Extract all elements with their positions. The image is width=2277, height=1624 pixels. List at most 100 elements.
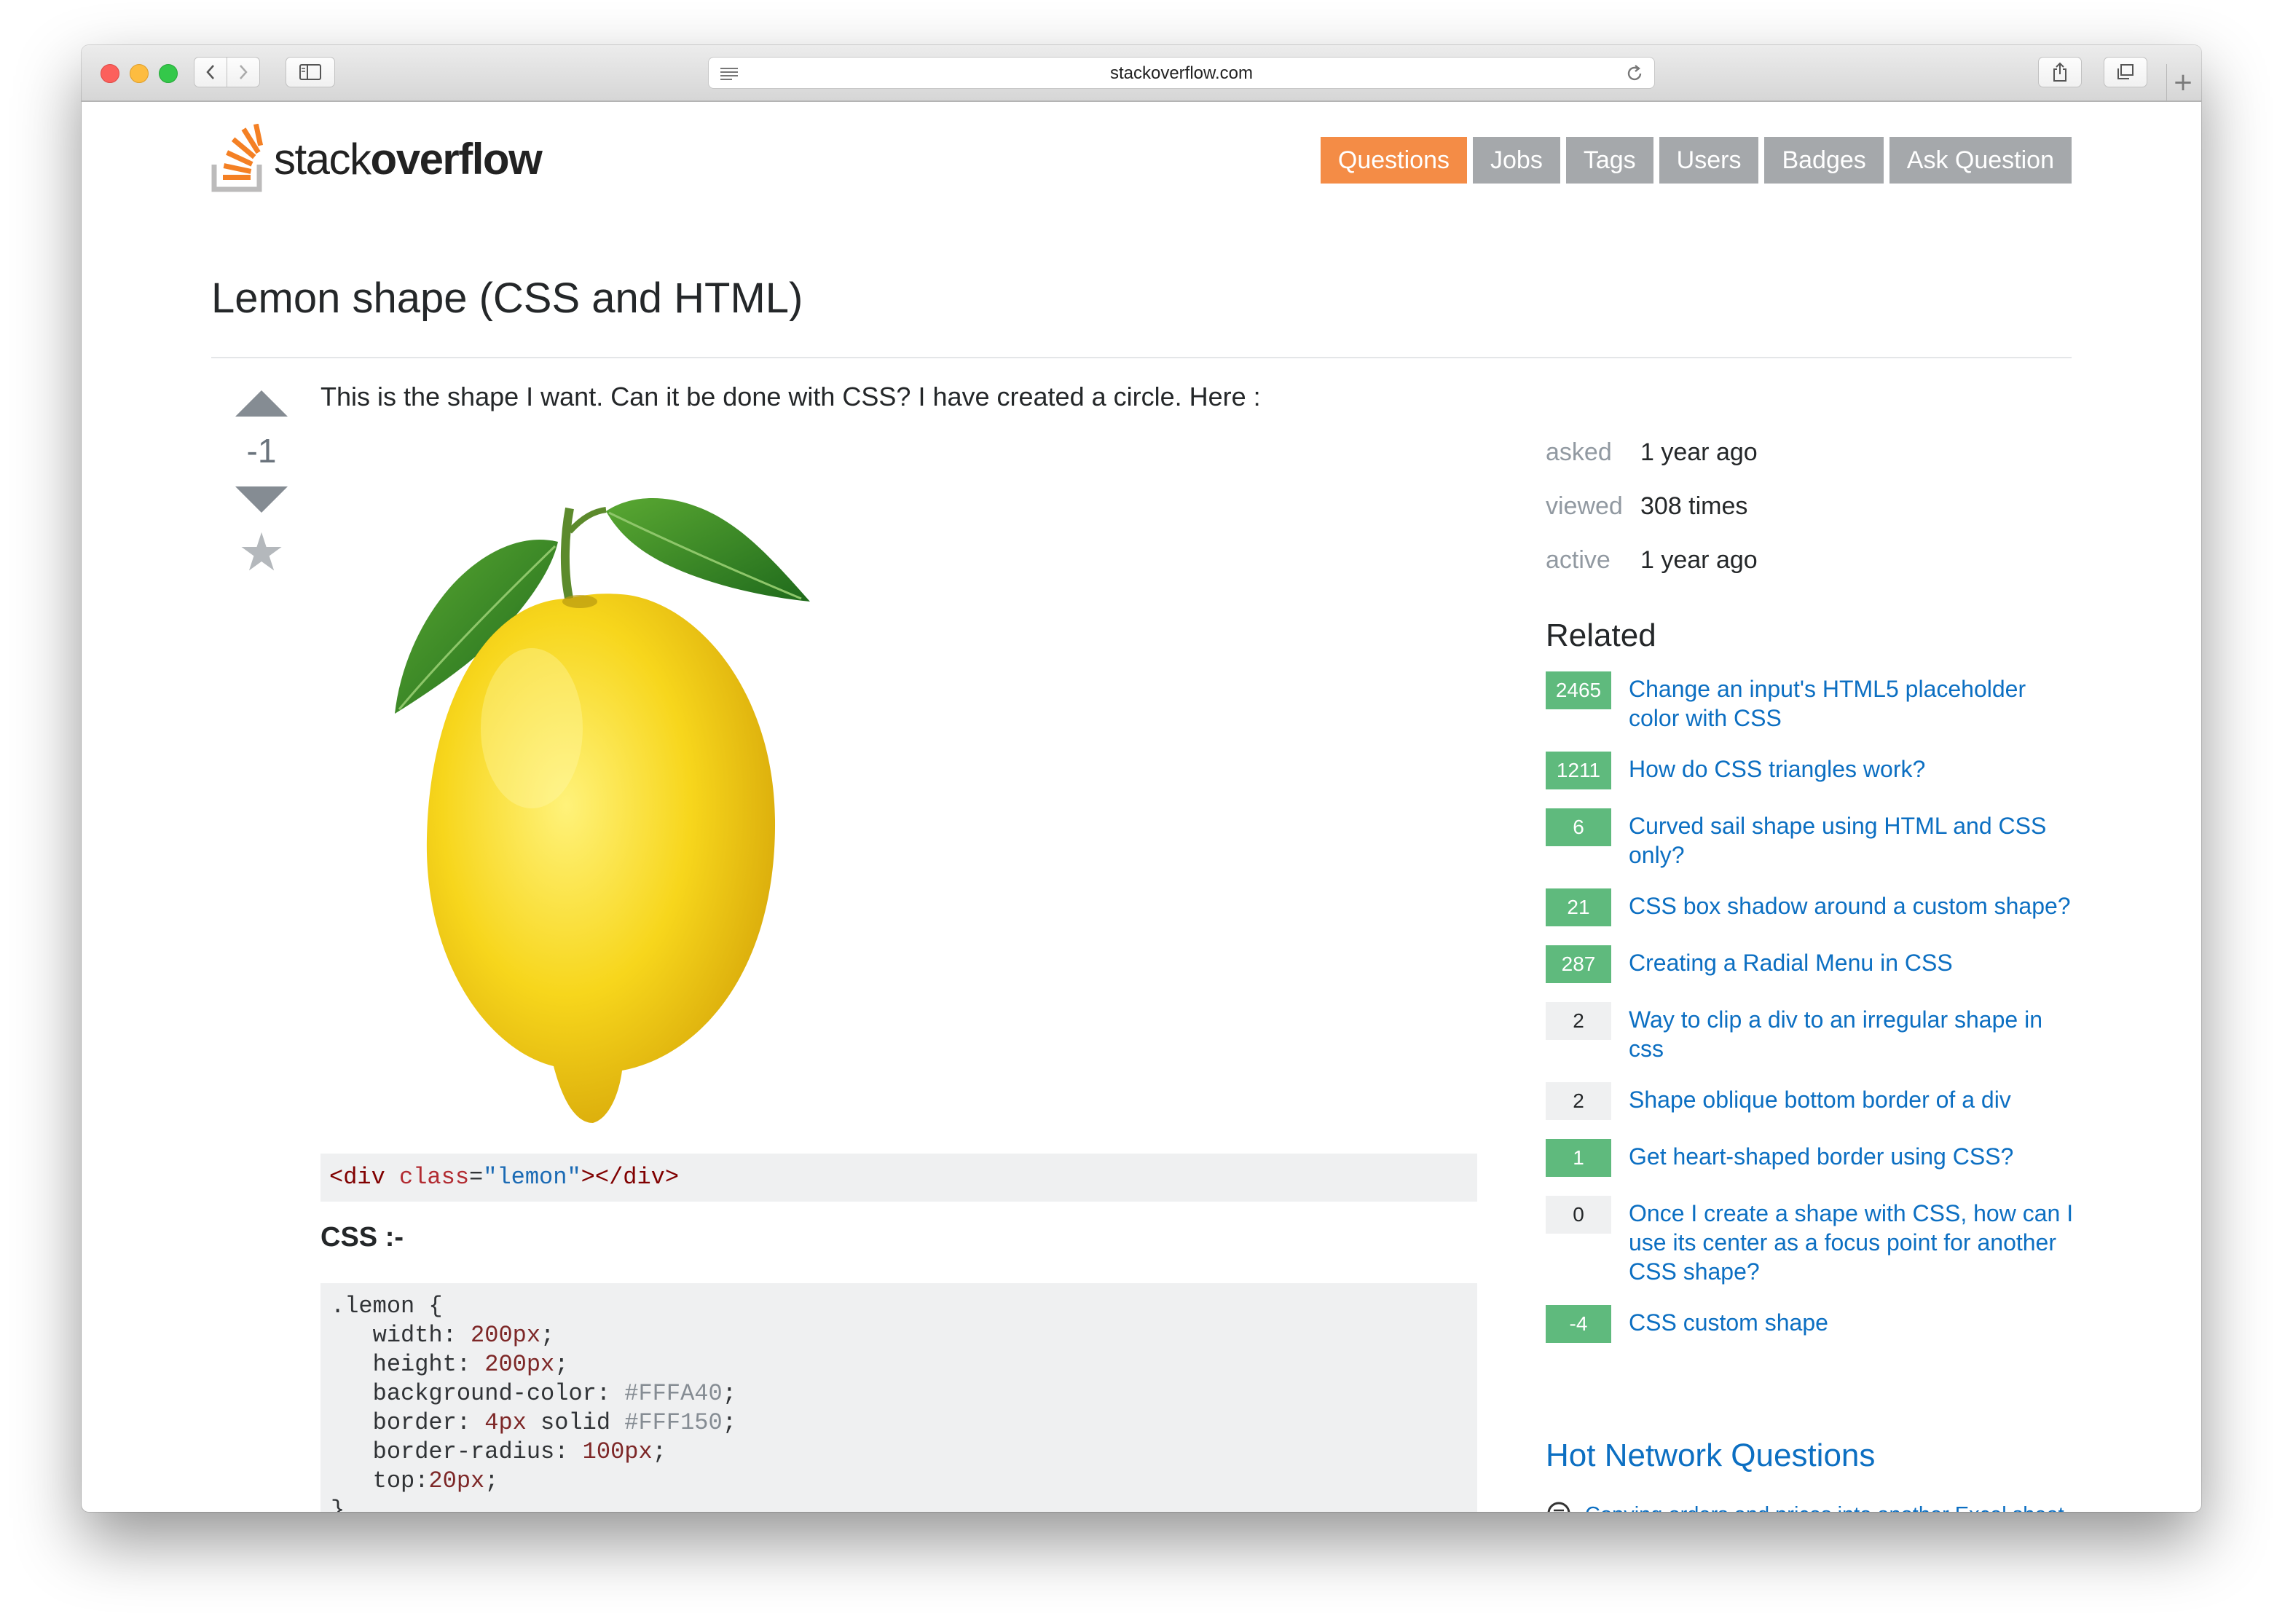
browser-window: stackoverflow.com + stackoverflow Questi… xyxy=(82,45,2201,1512)
code-property: border-radius: xyxy=(331,1438,583,1465)
code-property: width: xyxy=(331,1322,471,1349)
related-link[interactable]: Curved sail shape using HTML and CSS onl… xyxy=(1629,811,2077,870)
related-item: 1 Get heart-shaped border using CSS? xyxy=(1546,1139,2077,1177)
related-score: 2 xyxy=(1546,1002,1611,1040)
close-window-button[interactable] xyxy=(101,64,119,83)
vote-count: -1 xyxy=(246,432,277,470)
stat-value: 308 times xyxy=(1640,492,1748,520)
share-button[interactable] xyxy=(2038,57,2082,87)
related-link[interactable]: Change an input's HTML5 placeholder colo… xyxy=(1629,674,2077,733)
nav-badges[interactable]: Badges xyxy=(1764,137,1884,184)
related-link[interactable]: Once I create a shape with CSS, how can … xyxy=(1629,1199,2077,1286)
related-link[interactable]: CSS custom shape xyxy=(1629,1308,1828,1337)
css-code-block: .lemon { width: 200px; height: 200px; ba… xyxy=(320,1283,1477,1512)
question-title[interactable]: Lemon shape (CSS and HTML) xyxy=(211,274,803,323)
tabs-icon xyxy=(2117,64,2134,79)
logo-wordmark-bold: overflow xyxy=(370,134,543,184)
logo-wordmark: stackoverflow xyxy=(274,134,543,184)
code-end: ; xyxy=(722,1380,736,1407)
stat-viewed: viewed 308 times xyxy=(1546,479,2056,533)
code-end: ; xyxy=(652,1438,666,1465)
related-item: 21 CSS box shadow around a custom shape? xyxy=(1546,888,2077,926)
sidebar-icon xyxy=(299,64,321,80)
code-property: top: xyxy=(331,1467,429,1494)
hot-network-heading[interactable]: Hot Network Questions xyxy=(1546,1438,1875,1474)
related-item: 2 Way to clip a div to an irregular shape… xyxy=(1546,1002,2077,1063)
stackoverflow-logo[interactable]: stackoverflow xyxy=(211,124,543,194)
new-tab-button[interactable]: + xyxy=(2166,64,2199,100)
code-line: background-color: #FFFA40; xyxy=(331,1379,1467,1408)
nav-users[interactable]: Users xyxy=(1659,137,1759,184)
nav-questions[interactable]: Questions xyxy=(1320,137,1467,184)
related-list: 2465 Change an input's HTML5 placeholder … xyxy=(1546,671,2077,1365)
logo-wordmark-light: stack xyxy=(274,134,371,184)
code-number: 200px xyxy=(484,1351,555,1378)
superuser-icon xyxy=(1547,1502,1570,1512)
related-score: -4 xyxy=(1546,1305,1611,1343)
code-property: height: xyxy=(331,1351,485,1378)
html-attr-name: class xyxy=(399,1164,470,1191)
share-icon xyxy=(2053,62,2066,82)
code-end: ; xyxy=(540,1322,555,1349)
stat-label: viewed xyxy=(1546,492,1623,520)
html-code-block: <div class="lemon"></div> xyxy=(320,1154,1477,1202)
upvote-arrow-icon[interactable] xyxy=(235,390,288,417)
related-link[interactable]: CSS box shadow around a custom shape? xyxy=(1629,891,2071,921)
html-attr-value: "lemon" xyxy=(483,1164,581,1191)
html-attr-eq: = xyxy=(469,1164,484,1191)
title-divider xyxy=(211,357,2072,358)
related-item: 0 Once I create a shape with CSS, how can… xyxy=(1546,1196,2077,1286)
reload-icon[interactable] xyxy=(1625,64,1644,83)
hot-question-item: Copying orders and prices into another E… xyxy=(1546,1500,2064,1512)
related-link[interactable]: How do CSS triangles work? xyxy=(1629,754,1925,784)
lemon-image xyxy=(395,498,810,1123)
vote-cell: -1 ★ xyxy=(227,390,296,578)
zoom-window-button[interactable] xyxy=(159,64,178,83)
html-close-tag: ></div> xyxy=(581,1164,680,1191)
favorite-star-icon[interactable]: ★ xyxy=(227,526,296,578)
show-sidebar-button[interactable] xyxy=(286,57,335,87)
address-bar[interactable]: stackoverflow.com xyxy=(708,57,1655,89)
page-content: stackoverflow Questions Jobs Tags Users … xyxy=(82,102,2201,1512)
related-score: 1 xyxy=(1546,1139,1611,1177)
code-number: 100px xyxy=(582,1438,653,1465)
question-body-text: This is the shape I want. Can it be done… xyxy=(320,382,1261,411)
code-line: width: 200px; xyxy=(331,1321,1467,1350)
related-item: 287 Creating a Radial Menu in CSS xyxy=(1546,945,2077,983)
code-mid: solid xyxy=(526,1409,625,1436)
code-property: border: xyxy=(331,1409,485,1436)
code-line: height: 200px; xyxy=(331,1350,1467,1379)
back-button[interactable] xyxy=(194,57,227,87)
code-text: } xyxy=(331,1497,345,1512)
related-link[interactable]: Shape oblique bottom border of a div xyxy=(1629,1085,2011,1114)
css-heading: CSS :- xyxy=(320,1222,404,1253)
minimize-window-button[interactable] xyxy=(130,64,149,83)
related-item: 2465 Change an input's HTML5 placeholder … xyxy=(1546,671,2077,733)
related-item: 2 Shape oblique bottom border of a div xyxy=(1546,1082,2077,1120)
forward-button[interactable] xyxy=(227,57,260,87)
related-link[interactable]: Way to clip a div to an irregular shape … xyxy=(1629,1005,2077,1063)
hot-question-link[interactable]: Copying orders and prices into another E… xyxy=(1585,1503,2064,1513)
related-link[interactable]: Creating a Radial Menu in CSS xyxy=(1629,948,1953,977)
nav-jobs[interactable]: Jobs xyxy=(1473,137,1560,184)
browser-toolbar: stackoverflow.com + xyxy=(82,45,2201,102)
code-line: border: 4px solid #FFF150; xyxy=(331,1408,1467,1438)
show-tabs-button[interactable] xyxy=(2104,57,2147,87)
stat-active: active 1 year ago xyxy=(1546,533,2056,587)
related-heading: Related xyxy=(1546,618,1656,653)
related-score: 287 xyxy=(1546,945,1611,983)
code-number: 20px xyxy=(428,1467,485,1494)
question-stats: asked 1 year ago viewed 308 times active… xyxy=(1546,425,2056,587)
code-end: ; xyxy=(554,1351,569,1378)
nav-tags[interactable]: Tags xyxy=(1565,137,1653,184)
related-item: 1211 How do CSS triangles work? xyxy=(1546,752,2077,789)
related-score: 21 xyxy=(1546,888,1611,926)
html-open-tag: <div xyxy=(329,1164,385,1191)
code-number: 200px xyxy=(471,1322,541,1349)
code-hex: #FFFA40 xyxy=(624,1380,723,1407)
stat-value[interactable]: 1 year ago xyxy=(1640,546,1758,575)
stat-value[interactable]: 1 year ago xyxy=(1640,438,1758,467)
nav-ask-question[interactable]: Ask Question xyxy=(1889,137,2072,184)
downvote-arrow-icon[interactable] xyxy=(235,486,288,513)
related-link[interactable]: Get heart-shaped border using CSS? xyxy=(1629,1142,2013,1171)
